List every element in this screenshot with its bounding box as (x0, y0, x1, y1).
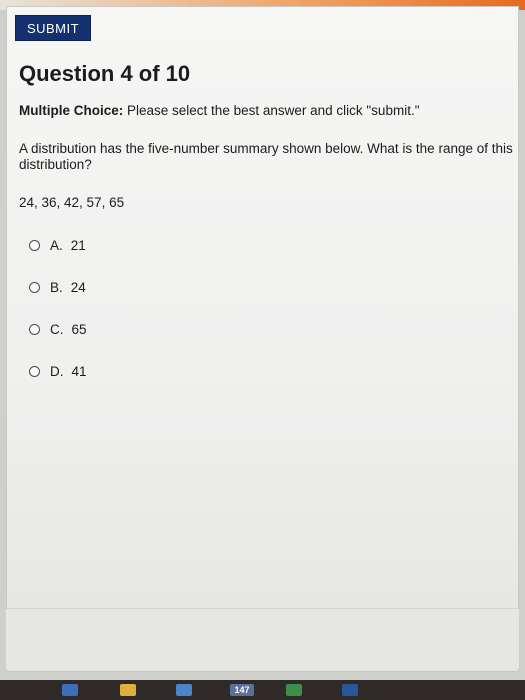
question-title: Question 4 of 10 (19, 61, 191, 86)
badge-icon[interactable]: 147 (230, 684, 254, 696)
radio-button-icon[interactable] (29, 281, 40, 293)
question-type-label: Multiple Choice: (19, 103, 124, 118)
taskbar: 147 (0, 680, 525, 700)
option-value: 41 (71, 363, 87, 379)
option-value: 65 (71, 321, 87, 337)
radio-button-icon[interactable] (29, 365, 40, 377)
option-a[interactable]: A. 21 (29, 235, 86, 255)
option-d[interactable]: D. 41 (29, 361, 87, 381)
option-value: 21 (70, 237, 86, 253)
file-explorer-icon[interactable] (120, 684, 136, 696)
option-letter: A. (50, 237, 63, 253)
instructions: Multiple Choice: Please select the best … (19, 103, 420, 118)
option-c[interactable]: C. 65 (29, 319, 87, 339)
option-letter: C. (50, 321, 64, 337)
radio-button-icon[interactable] (29, 239, 40, 251)
page-footer-area (6, 608, 519, 669)
quiz-page: SUBMIT Question 4 of 10 Multiple Choice:… (6, 6, 519, 672)
edge-icon[interactable] (62, 684, 78, 696)
question-prompt: A distribution has the five-number summa… (19, 141, 513, 172)
submit-button[interactable]: SUBMIT (15, 15, 91, 41)
option-value: 24 (70, 279, 86, 295)
chrome-icon[interactable] (286, 684, 302, 696)
five-number-summary: 24, 36, 42, 57, 65 (19, 195, 125, 210)
word-icon[interactable] (342, 684, 358, 696)
store-icon[interactable] (176, 684, 192, 696)
option-letter: B. (50, 279, 63, 295)
radio-button-icon[interactable] (29, 323, 40, 335)
option-letter: D. (50, 363, 64, 379)
option-b[interactable]: B. 24 (29, 277, 86, 297)
instructions-text: Please select the best answer and click … (127, 103, 420, 118)
